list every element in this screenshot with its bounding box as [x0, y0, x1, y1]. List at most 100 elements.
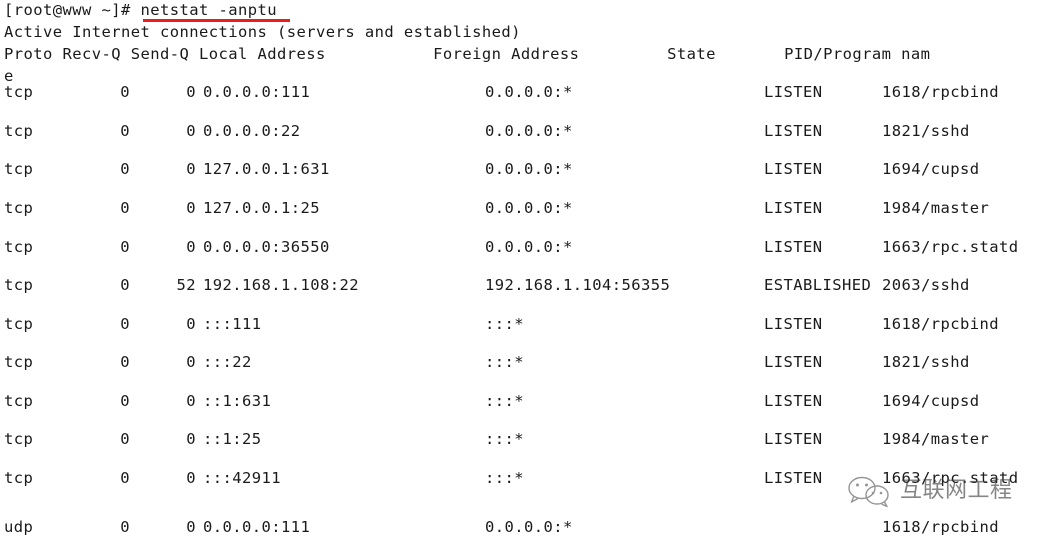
table-row: tcp 0 0 127.0.0.1:25 0.0.0.0:* LISTEN 19…: [0, 199, 1046, 239]
cell-sendq: 0: [186, 518, 196, 536]
cell-proto: tcp: [4, 430, 34, 448]
cell-sendq: 0: [186, 353, 196, 371]
cell-proto: tcp: [4, 315, 34, 333]
cell-foreign-address: 0.0.0.0:*: [485, 160, 573, 178]
cell-pid-program: 1694/cupsd: [882, 160, 980, 178]
table-row: tcp 0 0 :::111 :::* LISTEN 1618/rpcbind: [0, 315, 1046, 355]
prompt-line: [root@www ~]# netstat -anptu: [4, 1, 278, 19]
cell-sendq: 0: [186, 469, 196, 487]
cell-foreign-address: :::*: [485, 353, 525, 371]
cell-state: LISTEN: [764, 392, 823, 410]
cell-local-address: 192.168.1.108:22: [203, 276, 360, 294]
cell-state: LISTEN: [764, 238, 823, 256]
cell-local-address: 0.0.0.0:36550: [203, 238, 330, 256]
command-underline-highlight: [143, 19, 290, 22]
terminal-window: [root@www ~]# netstat -anptu Active Inte…: [0, 0, 1046, 548]
cell-sendq: 0: [186, 122, 196, 140]
cell-recvq: 0: [120, 392, 130, 410]
cell-proto: tcp: [4, 122, 34, 140]
cell-proto: tcp: [4, 276, 34, 294]
cell-recvq: 0: [120, 238, 130, 256]
cell-state: ESTABLISHED: [764, 276, 872, 294]
cell-proto: tcp: [4, 238, 34, 256]
shell-prompt: [root@www ~]#: [4, 1, 141, 19]
cell-state: LISTEN: [764, 469, 823, 487]
cell-proto: tcp: [4, 199, 34, 217]
cell-sendq: 0: [186, 315, 196, 333]
cell-proto: tcp: [4, 469, 34, 487]
cell-pid-program: 1618/rpcbind: [882, 315, 1000, 333]
cell-foreign-address: 0.0.0.0:*: [485, 518, 573, 536]
cell-foreign-address: :::*: [485, 430, 525, 448]
cell-local-address: 0.0.0.0:111: [203, 83, 311, 101]
cell-foreign-address: :::*: [485, 469, 525, 487]
cell-pid-program: 1663/rpc.statd: [882, 469, 1019, 487]
cell-local-address: 0.0.0.0:111: [203, 518, 311, 536]
cell-sendq: 0: [186, 199, 196, 217]
cell-foreign-address: :::*: [485, 392, 525, 410]
table-row: tcp 0 0 ::1:631 :::* LISTEN 1694/cupsd: [0, 392, 1046, 432]
cell-sendq: 0: [186, 160, 196, 178]
cell-local-address: 0.0.0.0:22: [203, 122, 301, 140]
cell-pid-program: 1984/master: [882, 199, 990, 217]
cell-recvq: 0: [120, 122, 130, 140]
cell-foreign-address: 192.168.1.104:56355: [485, 276, 671, 294]
cell-sendq: 0: [186, 238, 196, 256]
cell-state: LISTEN: [764, 83, 823, 101]
table-row: tcp 0 0 :::42911 :::* LISTEN 1663/rpc.st…: [0, 469, 1046, 509]
cell-pid-program: 1618/rpcbind: [882, 83, 1000, 101]
cell-local-address: ::1:25: [203, 430, 262, 448]
cell-sendq: 52: [176, 276, 196, 294]
cell-pid-program: 1821/sshd: [882, 122, 970, 140]
cell-foreign-address: 0.0.0.0:*: [485, 238, 573, 256]
cell-pid-program: 1618/rpcbind: [882, 518, 1000, 536]
table-row: udp 0 0 0.0.0.0:111 0.0.0.0:* 1618/rpcbi…: [0, 518, 1046, 558]
cell-state: LISTEN: [764, 122, 823, 140]
cell-proto: tcp: [4, 83, 34, 101]
cell-foreign-address: :::*: [485, 315, 525, 333]
cell-proto: tcp: [4, 392, 34, 410]
cell-local-address: :::22: [203, 353, 252, 371]
cell-foreign-address: 0.0.0.0:*: [485, 199, 573, 217]
cell-recvq: 0: [120, 160, 130, 178]
cell-recvq: 0: [120, 353, 130, 371]
cell-state: LISTEN: [764, 315, 823, 333]
cell-foreign-address: 0.0.0.0:*: [485, 83, 573, 101]
cell-pid-program: 2063/sshd: [882, 276, 970, 294]
table-column-header: Proto Recv-Q Send-Q Local Address Foreig…: [4, 45, 931, 63]
cell-sendq: 0: [186, 83, 196, 101]
table-row: tcp 0 0 0.0.0.0:111 0.0.0.0:* LISTEN 161…: [0, 83, 1046, 123]
cell-state: LISTEN: [764, 353, 823, 371]
table-row: tcp 0 0 127.0.0.1:631 0.0.0.0:* LISTEN 1…: [0, 160, 1046, 200]
cell-recvq: 0: [120, 83, 130, 101]
cell-pid-program: 1984/master: [882, 430, 990, 448]
table-row: tcp 0 0 0.0.0.0:22 0.0.0.0:* LISTEN 1821…: [0, 122, 1046, 162]
cell-pid-program: 1663/rpc.statd: [882, 238, 1019, 256]
cell-local-address: 127.0.0.1:631: [203, 160, 330, 178]
cell-recvq: 0: [120, 430, 130, 448]
cell-recvq: 0: [120, 315, 130, 333]
table-row: tcp 0 52 192.168.1.108:22 192.168.1.104:…: [0, 276, 1046, 316]
cell-foreign-address: 0.0.0.0:*: [485, 122, 573, 140]
cell-state: LISTEN: [764, 160, 823, 178]
cell-pid-program: 1694/cupsd: [882, 392, 980, 410]
cell-local-address: :::42911: [203, 469, 282, 487]
cell-state: LISTEN: [764, 430, 823, 448]
cell-pid-program: 1821/sshd: [882, 353, 970, 371]
netstat-banner: Active Internet connections (servers and…: [4, 23, 521, 41]
cell-sendq: 0: [186, 430, 196, 448]
table-row: tcp 0 0 ::1:25 :::* LISTEN 1984/master: [0, 430, 1046, 470]
cell-recvq: 0: [120, 469, 130, 487]
table-row: tcp 0 0 0.0.0.0:36550 0.0.0.0:* LISTEN 1…: [0, 238, 1046, 278]
cell-proto: tcp: [4, 160, 34, 178]
cell-proto: udp: [4, 518, 34, 536]
typed-command[interactable]: netstat -anptu: [141, 1, 278, 19]
cell-recvq: 0: [120, 276, 130, 294]
cell-local-address: 127.0.0.1:25: [203, 199, 321, 217]
cell-sendq: 0: [186, 392, 196, 410]
cell-state: LISTEN: [764, 199, 823, 217]
cell-local-address: :::111: [203, 315, 262, 333]
table-row: tcp 0 0 :::22 :::* LISTEN 1821/sshd: [0, 353, 1046, 393]
cell-local-address: ::1:631: [203, 392, 272, 410]
cell-recvq: 0: [120, 518, 130, 536]
